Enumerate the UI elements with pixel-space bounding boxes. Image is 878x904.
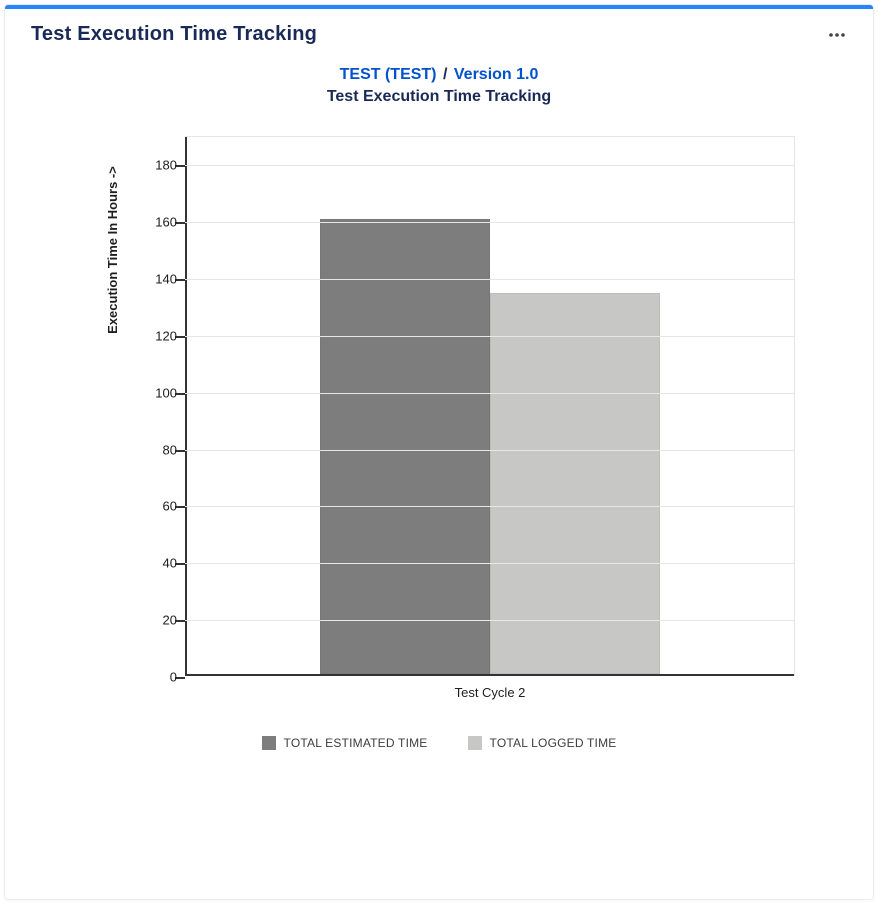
x-axis-line	[185, 674, 794, 676]
gridline	[185, 393, 794, 394]
gridline	[185, 222, 794, 223]
legend-label: TOTAL LOGGED TIME	[490, 736, 617, 750]
y-tick-label: 20	[135, 613, 177, 628]
ellipsis-icon	[827, 25, 847, 45]
y-tick-label: 80	[135, 442, 177, 457]
gridline	[185, 506, 794, 507]
legend-label: TOTAL ESTIMATED TIME	[284, 736, 428, 750]
chart-area: Execution Time In Hours -> 0204060801001…	[5, 136, 873, 676]
panel-test-execution-time-tracking: Test Execution Time Tracking TEST (TEST)…	[4, 4, 874, 900]
y-tick-label: 140	[135, 272, 177, 287]
y-tick-label: 100	[135, 385, 177, 400]
legend-item-estimated[interactable]: TOTAL ESTIMATED TIME	[262, 736, 428, 750]
legend-swatch-icon	[468, 736, 482, 750]
chart-breadcrumb: TEST (TEST) / Version 1.0 Test Execution…	[5, 66, 873, 106]
bars-group	[185, 137, 794, 674]
gridline	[185, 620, 794, 621]
gridline	[185, 563, 794, 564]
y-tick-label: 180	[135, 158, 177, 173]
chart-legend: TOTAL ESTIMATED TIME TOTAL LOGGED TIME	[5, 736, 873, 750]
project-link[interactable]: TEST (TEST)	[340, 66, 437, 83]
y-tick-label: 120	[135, 328, 177, 343]
panel-header: Test Execution Time Tracking	[5, 9, 873, 64]
y-tick-label: 60	[135, 499, 177, 514]
gridline	[185, 336, 794, 337]
chart-plot: 020406080100120140160180Test Cycle 2	[185, 136, 795, 676]
breadcrumb-separator: /	[441, 66, 449, 83]
gridline	[185, 279, 794, 280]
legend-swatch-icon	[262, 736, 276, 750]
bar-total-estimated-time[interactable]	[320, 219, 490, 674]
legend-item-logged[interactable]: TOTAL LOGGED TIME	[468, 736, 617, 750]
y-axis-title: Execution Time In Hours ->	[105, 130, 120, 370]
y-tick-label: 40	[135, 556, 177, 571]
panel-title: Test Execution Time Tracking	[31, 23, 317, 46]
y-tick-label: 160	[135, 215, 177, 230]
bar-total-logged-time[interactable]	[490, 293, 660, 674]
y-tick-label: 0	[135, 670, 177, 685]
chart-title: Test Execution Time Tracking	[5, 88, 873, 106]
gridline	[185, 450, 794, 451]
gridline	[185, 165, 794, 166]
version-link[interactable]: Version 1.0	[454, 66, 539, 83]
x-category-label: Test Cycle 2	[320, 685, 660, 700]
panel-more-options-button[interactable]	[827, 25, 847, 45]
